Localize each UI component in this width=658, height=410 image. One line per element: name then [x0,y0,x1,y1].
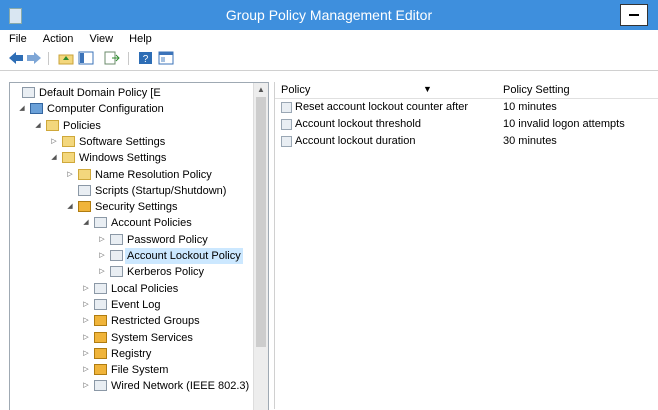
policy-value: 30 minutes [503,135,557,147]
back-arrow-icon[interactable] [8,51,24,65]
tree-item-label: Default Domain Policy [E [39,87,161,99]
collapse-arrow-icon[interactable]: ◢ [18,101,26,117]
tree-item-label: Kerberos Policy [127,266,205,279]
expand-arrow-icon[interactable]: ▷ [82,281,90,297]
tree-item-label: Security Settings [95,201,178,214]
help-icon[interactable]: ? [138,51,154,65]
collapse-arrow-icon[interactable]: ◢ [34,118,42,134]
tree-item-label: File System [111,364,169,377]
policy-name: Account lockout duration [295,135,416,147]
tree-item-label: Restricted Groups [111,315,200,328]
menu-file[interactable]: File [9,30,27,48]
scroll-up-arrow-icon[interactable]: ▲ [254,83,268,97]
expand-arrow-icon[interactable]: ▷ [98,264,106,280]
sort-arrow-icon: ▼ [423,84,432,94]
folder-icon [46,119,59,131]
toolbar-separator [48,52,49,65]
policy-row[interactable]: Reset account lockout counter after 10 mi… [275,99,658,116]
folder-icon [62,152,75,164]
doc-icon [110,250,123,261]
tree-item-label: Windows Settings [79,152,167,165]
menu-action[interactable]: Action [43,30,74,48]
tree-item-label: Wired Network (IEEE 802.3) I [111,380,256,393]
computer-icon [30,103,43,115]
expand-arrow-icon[interactable]: ▷ [82,313,90,329]
title-bar: Group Policy Management Editor [0,0,658,30]
tree-scrollbar[interactable]: ▲ [253,83,268,410]
expand-arrow-icon[interactable]: ▷ [98,232,106,248]
security-icon [78,201,91,213]
expand-arrow-icon[interactable]: ▷ [82,346,90,362]
column-header-row: Policy ▼ Policy Setting [275,82,658,99]
tree-item-label: Policies [63,119,101,132]
doc-icon [22,87,35,98]
doc-icon [94,282,107,294]
policy-value: 10 invalid logon attempts [503,118,625,130]
details-pane[interactable]: Policy ▼ Policy Setting Reset account lo… [274,82,658,409]
expand-arrow-icon[interactable]: ▷ [98,248,106,264]
tree-item-label: Account Policies [111,217,192,230]
expand-arrow-icon[interactable]: ▷ [82,330,90,346]
collapse-arrow-icon[interactable]: ◢ [50,150,58,166]
properties-icon[interactable] [158,51,174,65]
expand-arrow-icon[interactable]: ▷ [66,167,74,183]
doc-icon [110,266,123,278]
security-icon [94,364,107,376]
tree-item-label: Computer Configuration [47,103,164,116]
menu-view[interactable]: View [89,30,113,48]
folder-icon [78,168,91,180]
forward-arrow-icon[interactable] [26,51,42,65]
tree-item-label: Password Policy [127,233,208,246]
up-folder-icon[interactable] [58,51,74,65]
show-hide-tree-icon[interactable] [78,51,94,65]
toolbar: ? [0,48,658,71]
tree-item-label: Event Log [111,298,161,311]
tree-item-label: Local Policies [111,282,179,295]
tree-pane[interactable]: Default Domain Policy [E ◢ Computer Config… [9,82,269,410]
policy-row[interactable]: Account lockout duration 30 minutes [275,133,658,150]
policy-name: Account lockout threshold [295,118,421,130]
security-icon [94,331,107,343]
column-header-policy[interactable]: Policy [281,84,310,96]
folder-icon [62,135,75,147]
tree-item-label: System Services [111,331,193,344]
window-title: Group Policy Management Editor [225,7,433,23]
tree-item-label: Scripts (Startup/Shutdown) [95,184,227,197]
collapse-arrow-icon[interactable]: ◢ [66,199,74,215]
column-header-policy-setting[interactable]: Policy Setting [503,84,570,96]
security-icon [94,347,107,359]
doc-icon [110,233,123,245]
policy-name: Reset account lockout counter after [295,101,469,113]
menu-bar: File Action View Help [0,30,658,48]
expand-arrow-icon[interactable]: ▷ [50,134,58,150]
menu-help[interactable]: Help [129,30,152,48]
toolbar-separator [128,52,129,65]
tree-item-label: Software Settings [79,135,166,148]
doc-icon [94,217,107,229]
policy-value: 10 minutes [503,101,557,113]
export-list-icon[interactable] [104,51,120,65]
security-icon [94,315,107,327]
tree-item-label: Account Lockout Policy [125,248,243,264]
expand-arrow-icon[interactable]: ▷ [82,297,90,313]
expand-arrow-icon[interactable]: ▷ [82,362,90,378]
policy-row[interactable]: Account lockout threshold 10 invalid logo… [275,116,658,133]
policy-setting-icon [281,119,292,130]
tree-item-label: Registry [111,347,152,360]
doc-icon [94,380,107,392]
collapse-arrow-icon[interactable]: ◢ [82,215,90,231]
expand-arrow-icon[interactable]: ▷ [82,378,90,394]
policy-setting-icon [281,136,292,147]
scrollbar-thumb[interactable] [256,97,266,347]
doc-icon [94,298,107,310]
policy-setting-icon [281,102,292,113]
svg-text:?: ? [143,54,149,65]
minimize-button[interactable] [620,4,648,26]
doc-icon [78,184,91,196]
tree-item-label: Name Resolution Policy [95,168,212,181]
